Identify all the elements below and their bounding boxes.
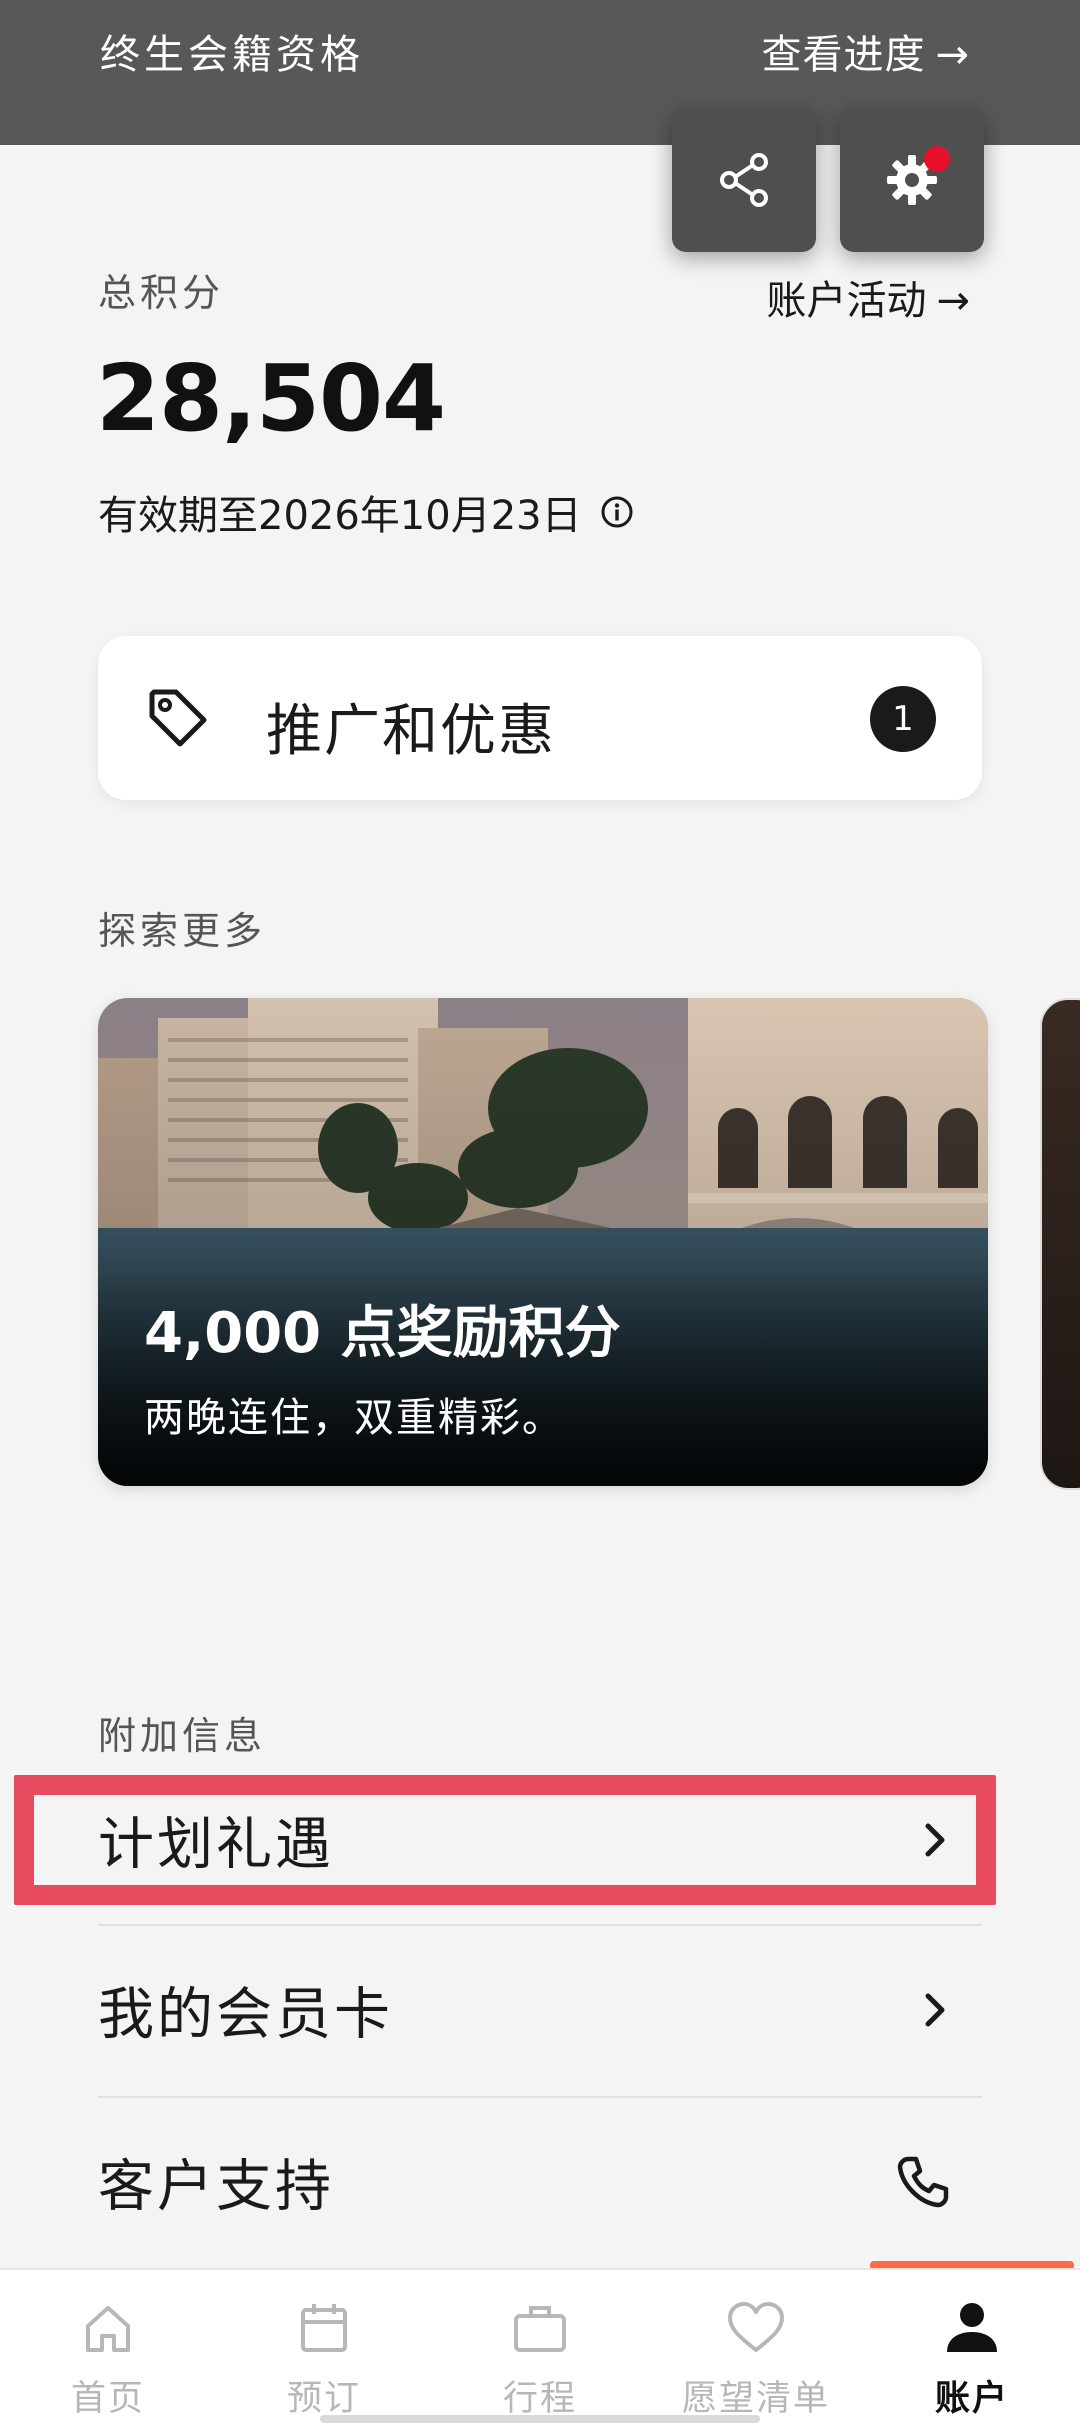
home-icon <box>86 2306 130 2352</box>
view-progress-link[interactable]: 查看进度 → <box>761 22 970 80</box>
points-expiry: 有效期至2026年10月23日 <box>98 483 634 541</box>
share-button[interactable] <box>672 108 816 252</box>
tab-trips-label: 行程 <box>502 2379 577 2419</box>
phone-icon <box>894 2153 952 2211</box>
explore-card[interactable]: 4,000 点奖励积分 两晚连住，双重精彩。 <box>98 998 988 1486</box>
tab-wishlist[interactable]: 愿望清单 <box>648 2270 864 2431</box>
explore-more-label: 探索更多 <box>98 909 267 953</box>
promotions-card[interactable]: 推广和优惠 1 <box>98 636 982 800</box>
arrow-right-icon: → <box>936 278 970 324</box>
settings-button[interactable] <box>840 108 984 252</box>
notification-dot <box>924 146 950 172</box>
promotions-count-badge: 1 <box>870 686 936 752</box>
tab-wishlist-label: 愿望清单 <box>681 2379 830 2419</box>
briefcase-icon <box>514 2306 566 2352</box>
member-card-row[interactable]: 我的会员卡 <box>98 1926 982 2094</box>
heart-icon <box>728 2302 784 2352</box>
tab-home-label: 首页 <box>70 2379 145 2419</box>
view-progress-label: 查看进度 <box>761 32 926 78</box>
total-points-label: 总积分 <box>98 271 225 315</box>
tab-home[interactable]: 首页 <box>0 2270 216 2431</box>
calendar-icon <box>301 2304 347 2352</box>
explore-card-subtitle: 两晚连住，双重精彩。 <box>144 1395 564 1441</box>
share-icon <box>720 153 768 207</box>
explore-card-title: 4,000 点奖励积分 <box>144 1301 621 1366</box>
tab-account-label: 账户 <box>934 2379 1009 2419</box>
expiry-text: 有效期至2026年10月23日 <box>98 493 582 539</box>
highlight-annotation <box>14 1775 996 1905</box>
home-indicator <box>320 2415 760 2423</box>
additional-info-label: 附加信息 <box>98 1714 267 1758</box>
total-points-value: 28,504 <box>96 345 446 452</box>
member-card-label: 我的会员卡 <box>98 1982 393 2048</box>
chevron-right-icon <box>918 1990 952 2030</box>
tab-booking-label: 预订 <box>286 2379 361 2419</box>
person-icon <box>947 2303 997 2352</box>
tab-trips[interactable]: 行程 <box>432 2270 648 2431</box>
customer-support-label: 客户支持 <box>98 2154 334 2220</box>
promotions-label: 推广和优惠 <box>266 699 556 764</box>
tag-icon <box>149 689 207 747</box>
tab-booking[interactable]: 预订 <box>216 2270 432 2431</box>
membership-status: 终生会籍资格 <box>100 32 364 78</box>
next-explore-card[interactable] <box>1040 998 1080 1490</box>
bottom-tab-bar: 首页 预订 行程 愿望清单 账户 <box>0 2268 1080 2431</box>
account-activity-label: 账户活动 <box>766 278 927 324</box>
arrow-right-icon: → <box>935 32 970 78</box>
info-icon[interactable] <box>600 495 634 529</box>
tab-account[interactable]: 账户 <box>864 2270 1080 2431</box>
account-activity-link[interactable]: 账户活动 → <box>766 268 970 326</box>
customer-support-row[interactable]: 客户支持 <box>98 2098 982 2266</box>
